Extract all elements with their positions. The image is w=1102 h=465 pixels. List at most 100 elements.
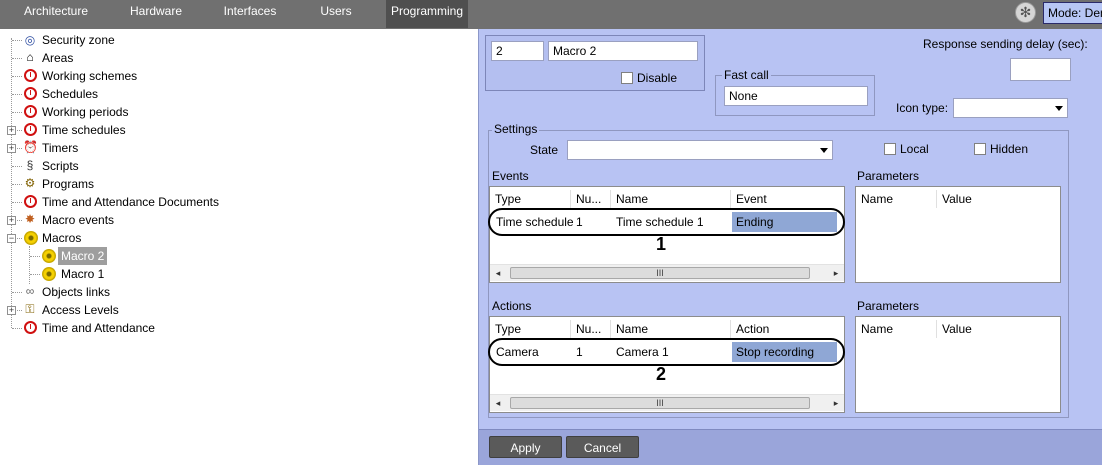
tree-item-timers[interactable]: + ⏰ Timers [0, 139, 300, 157]
program-icon: ⚙ [24, 176, 36, 190]
events-table: Type Nu... Name Event Time schedule 1 Ti… [488, 186, 845, 283]
tree-item-access-levels[interactable]: + ⚿ Access Levels [0, 301, 300, 319]
tab-architecture[interactable]: Architecture [0, 0, 112, 26]
tree-item-macro-1[interactable]: Macro 1 [0, 265, 300, 283]
tree-item-macro-events[interactable]: + ✸ Macro events [0, 211, 300, 229]
actions-col-num[interactable]: Nu... [570, 320, 610, 338]
macro-name-field[interactable]: Macro 2 [548, 41, 698, 61]
expand-plus-icon[interactable]: + [7, 144, 16, 153]
top-tab-bar: Architecture Hardware Interfaces Users P… [0, 0, 1102, 29]
scroll-left-icon[interactable]: ◂ [490, 265, 506, 281]
fast-call-field[interactable]: None [724, 86, 868, 106]
tree-item-objects-links[interactable]: ∞ Objects links [0, 283, 300, 301]
tree-label: Programs [42, 177, 95, 191]
tab-hardware[interactable]: Hardware [112, 0, 200, 26]
tree-label: Areas [42, 51, 74, 65]
tree-item-macro-2[interactable]: Macro 2 [0, 247, 300, 265]
local-checkbox[interactable] [884, 143, 896, 155]
clock-icon [24, 105, 37, 118]
expand-plus-icon[interactable]: + [7, 216, 16, 225]
actions-col-name[interactable]: Name [610, 320, 730, 338]
event-parameters-table: Name Value [855, 186, 1061, 283]
events-col-name[interactable]: Name [610, 190, 730, 208]
expand-plus-icon[interactable]: + [7, 126, 16, 135]
events-col-type[interactable]: Type [490, 190, 570, 208]
tree-item-macros[interactable]: − Macros [0, 229, 300, 247]
gear-icon [42, 267, 56, 281]
tree-item-areas[interactable]: ⌂ Areas [0, 49, 300, 67]
events-label: Events [492, 169, 529, 183]
clock-icon [24, 123, 37, 136]
scroll-right-icon[interactable]: ▸ [828, 265, 844, 281]
clock-icon [24, 69, 37, 82]
actions-table: Type Nu... Name Action Camera 1 Camera 1… [488, 316, 845, 413]
tab-interfaces[interactable]: Interfaces [200, 0, 300, 26]
apply-button[interactable]: Apply [489, 436, 562, 458]
local-label: Local [900, 142, 929, 156]
tree-item-time-schedules[interactable]: + Time schedules [0, 121, 300, 139]
scroll-thumb[interactable]: III [510, 397, 810, 409]
actions-col-type[interactable]: Type [490, 320, 570, 338]
icon-type-label: Icon type: [896, 101, 949, 115]
clock-icon [24, 195, 37, 208]
hidden-label: Hidden [990, 142, 1029, 156]
object-tree: ◎ Security zone ⌂ Areas Working schemes … [0, 29, 478, 465]
actions-horizontal-scrollbar[interactable]: ◂ III ▸ [490, 394, 844, 411]
security-zone-icon: ◎ [24, 33, 36, 47]
tab-users[interactable]: Users [300, 0, 372, 26]
scroll-left-icon[interactable]: ◂ [490, 395, 506, 411]
events-col-event[interactable]: Event [730, 190, 844, 208]
house-icon: ⌂ [26, 50, 34, 64]
gear-icon [24, 231, 38, 245]
settings-gear-icon[interactable]: ✻ [1015, 2, 1036, 23]
expand-plus-icon[interactable]: + [7, 306, 16, 315]
tree-item-security-zone[interactable]: ◎ Security zone [0, 31, 300, 49]
cancel-button[interactable]: Cancel [566, 436, 639, 458]
tree-item-programs[interactable]: ⚙ Programs [0, 175, 300, 193]
annotation-oval-1 [488, 208, 845, 236]
disable-checkbox[interactable] [621, 72, 633, 84]
actions-col-action[interactable]: Action [730, 320, 844, 338]
events-col-num[interactable]: Nu... [570, 190, 610, 208]
tree-label: Time and Attendance [42, 321, 155, 335]
tree-item-working-periods[interactable]: Working periods [0, 103, 300, 121]
tree-label: Access Levels [42, 303, 119, 317]
tree-label: Working periods [42, 105, 129, 119]
clock-icon [24, 87, 37, 100]
tree-item-schedules[interactable]: Schedules [0, 85, 300, 103]
actions-label: Actions [492, 299, 532, 313]
macro-id-field[interactable]: 2 [491, 41, 544, 61]
tree-item-time-and-attendance[interactable]: Time and Attendance [0, 319, 300, 337]
event-param-col-name[interactable]: Name [856, 190, 936, 208]
collapse-minus-icon[interactable]: − [7, 234, 16, 243]
tab-programming[interactable]: Programming [386, 0, 468, 28]
chevron-down-icon [820, 148, 828, 153]
clock-icon [24, 321, 37, 334]
annotation-number-1: 1 [656, 234, 667, 254]
events-horizontal-scrollbar[interactable]: ◂ III ▸ [490, 264, 844, 281]
tree-label: Time schedules [42, 123, 126, 137]
script-icon: § [26, 158, 34, 172]
tree-label: Security zone [42, 33, 115, 47]
state-select[interactable] [567, 140, 833, 160]
response-delay-field[interactable] [1010, 58, 1071, 81]
tree-item-ta-documents[interactable]: Time and Attendance Documents [0, 193, 300, 211]
icon-type-select[interactable] [953, 98, 1068, 118]
settings-label: Settings [492, 122, 540, 136]
scroll-thumb[interactable]: III [510, 267, 810, 279]
action-param-col-value[interactable]: Value [936, 320, 1060, 338]
event-param-col-value[interactable]: Value [936, 190, 1060, 208]
tree-label: Objects links [42, 285, 111, 299]
event-parameters-label: Parameters [857, 169, 920, 183]
chevron-down-icon [1055, 106, 1063, 111]
tree-label: Macro events [42, 213, 115, 227]
tree-item-scripts[interactable]: § Scripts [0, 157, 300, 175]
tree-item-working-schemes[interactable]: Working schemes [0, 67, 300, 85]
scroll-right-icon[interactable]: ▸ [828, 395, 844, 411]
hidden-checkbox[interactable] [974, 143, 986, 155]
mode-indicator[interactable]: Mode: Dem [1043, 2, 1102, 24]
gear-icon [42, 249, 56, 263]
action-param-col-name[interactable]: Name [856, 320, 936, 338]
link-icon: ∞ [25, 284, 35, 298]
tree-label: Schedules [42, 87, 99, 101]
